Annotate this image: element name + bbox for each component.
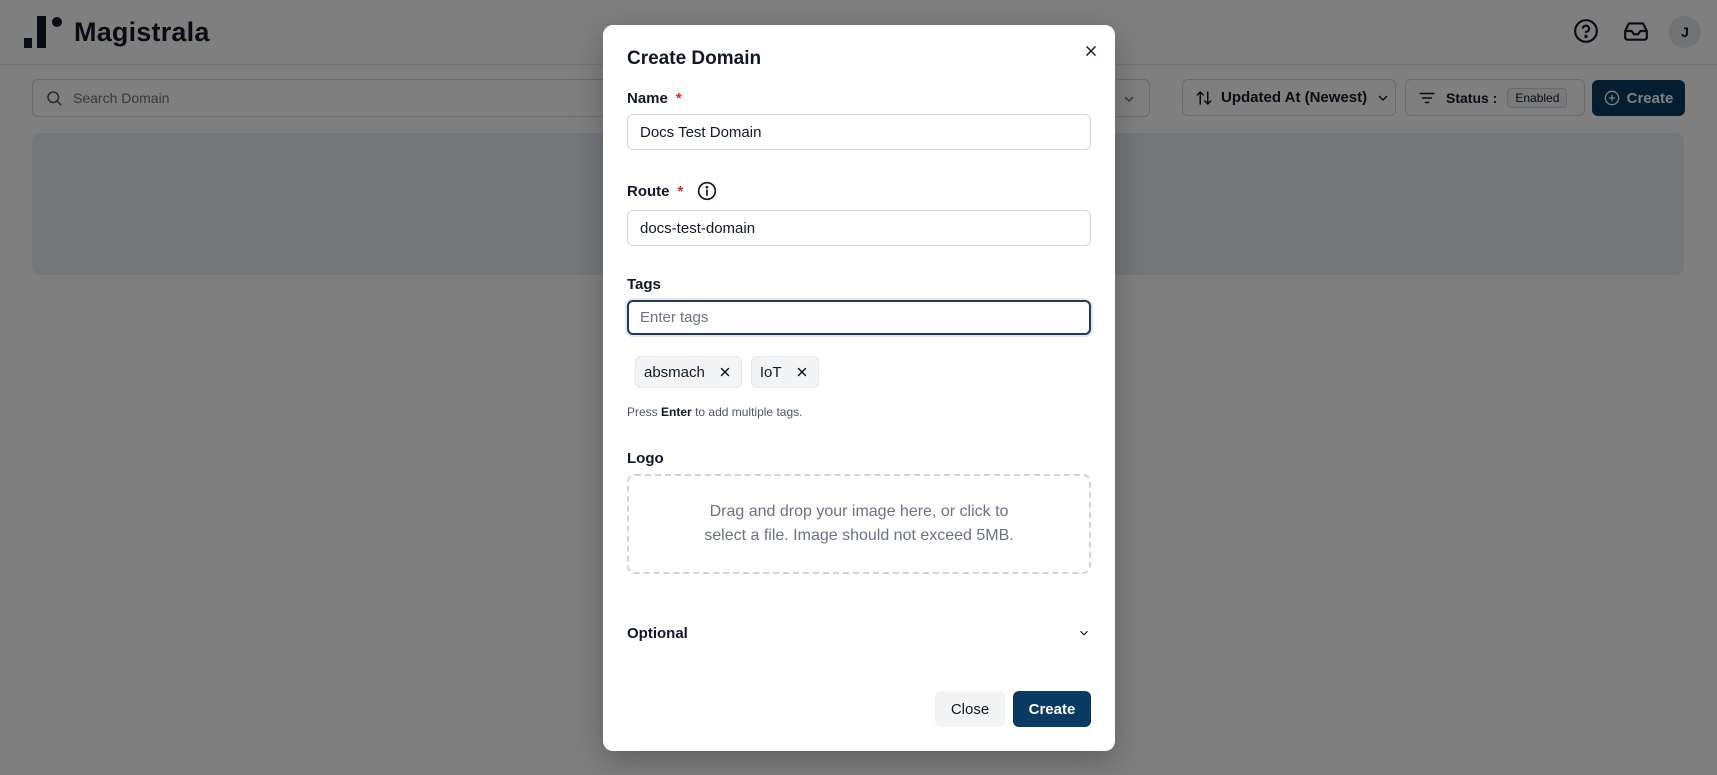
app-root: Magistrala J Updated At (Newest): [0, 0, 1717, 775]
required-mark: *: [675, 90, 682, 107]
tag-label: IoT: [759, 363, 782, 381]
tags-label-text: Tags: [627, 276, 661, 293]
tag-chip: absmach: [635, 356, 742, 388]
tag-list: absmach IoT: [635, 356, 819, 388]
tag-label: absmach: [644, 363, 705, 381]
name-input[interactable]: [627, 114, 1091, 150]
tag-chip: IoT: [750, 356, 819, 388]
route-input[interactable]: [627, 210, 1091, 246]
logo-dropzone[interactable]: Drag and drop your image here, or click …: [627, 474, 1091, 574]
logo-label: Logo: [627, 450, 664, 467]
chevron-down-icon: [1080, 630, 1088, 636]
optional-label: Optional: [627, 624, 688, 642]
tags-input[interactable]: [627, 300, 1091, 335]
name-label: Name *: [627, 90, 682, 107]
optional-section-toggle[interactable]: Optional: [627, 621, 1091, 645]
close-icon[interactable]: [1081, 41, 1101, 61]
hint-prefix: Press: [627, 405, 658, 419]
info-icon[interactable]: [697, 181, 717, 201]
remove-tag-icon[interactable]: [719, 366, 731, 378]
tags-label: Tags: [627, 276, 661, 293]
route-label-text: Route: [627, 182, 670, 200]
close-button[interactable]: Close: [935, 691, 1005, 727]
name-label-text: Name: [627, 90, 668, 107]
route-label: Route *: [627, 181, 717, 201]
create-domain-dialog: Create Domain Name * Route * Tags: [603, 25, 1115, 751]
required-mark: *: [677, 182, 684, 200]
hint-key: Enter: [661, 405, 692, 419]
create-button[interactable]: Create: [1013, 691, 1091, 727]
remove-tag-icon[interactable]: [796, 366, 808, 378]
dropzone-text: Drag and drop your image here, or click …: [704, 503, 1014, 544]
hint-suffix: to add multiple tags.: [695, 405, 803, 419]
logo-label-text: Logo: [627, 450, 664, 467]
tags-hint: Press Enter to add multiple tags.: [627, 405, 802, 419]
dialog-title: Create Domain: [627, 48, 762, 69]
